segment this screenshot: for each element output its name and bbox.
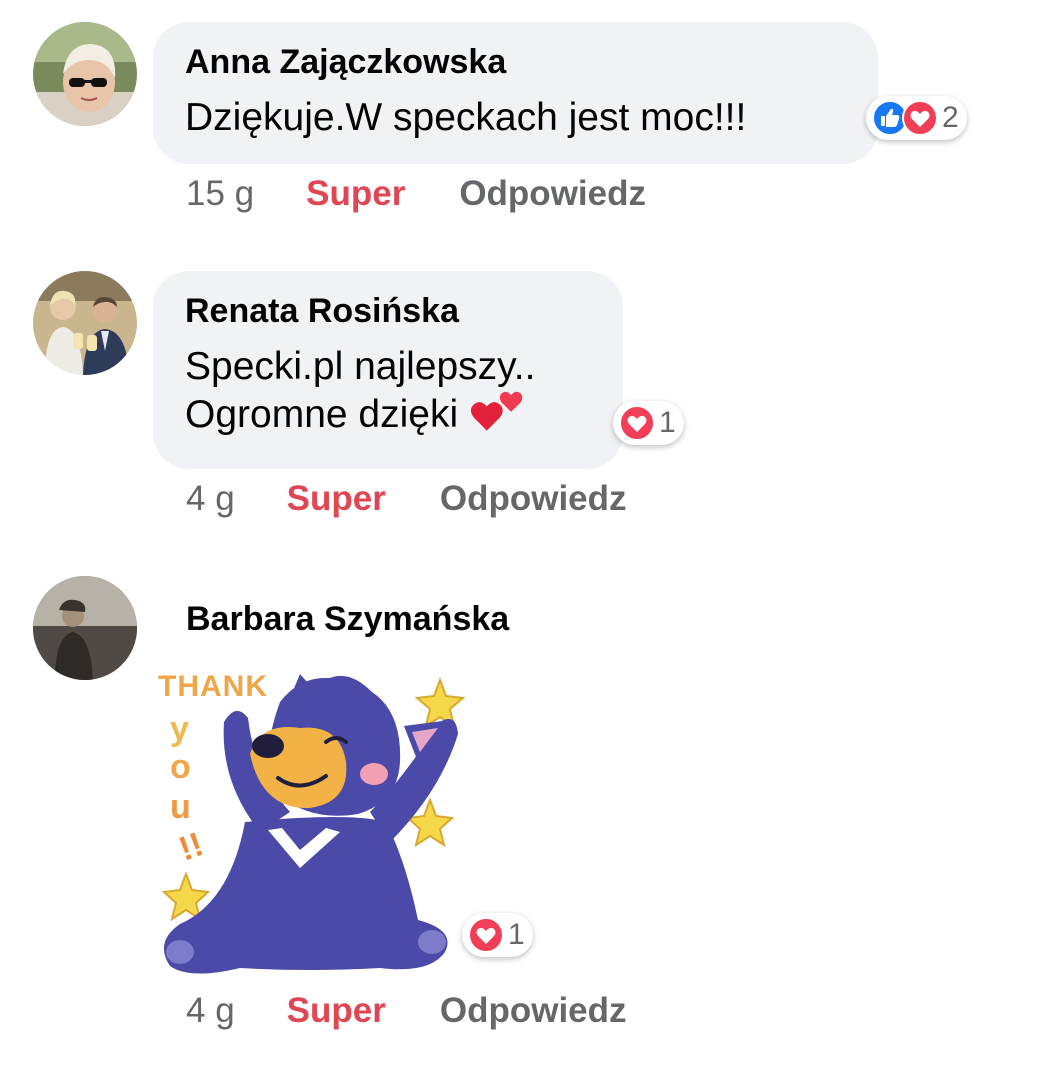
comment-text-line-2-label: Ogromne dzięki [185, 393, 459, 436]
comment-text-line-2: Ogromne dzięki [185, 391, 591, 439]
love-icon [902, 100, 938, 136]
avatar[interactable] [33, 22, 137, 126]
comment-bubble: Renata Rosińska Specki.pl najlepszy.. Og… [153, 271, 623, 469]
sticker-text: THANK [158, 670, 268, 703]
reaction-count: 1 [508, 918, 525, 951]
reaction-summary[interactable]: 2 [866, 96, 967, 140]
comment-time[interactable]: 4 g [186, 991, 235, 1031]
reply-button[interactable]: Odpowiedz [440, 991, 627, 1031]
reaction-summary[interactable]: 1 [462, 913, 533, 957]
comment-actions: 4 g Super Odpowiedz [186, 991, 627, 1031]
super-button[interactable]: Super [287, 991, 386, 1031]
love-icon [468, 917, 504, 953]
comment-text: Dziękuje.W speckach jest moc!!! [185, 96, 747, 139]
comment-actions: 4 g Super Odpowiedz [186, 479, 627, 519]
reaction-count: 2 [942, 101, 959, 134]
love-icon [619, 405, 655, 441]
two-hearts-emoji-icon [471, 391, 523, 431]
comment-author[interactable]: Anna Zajączkowska [185, 40, 846, 84]
svg-text:y: y [170, 710, 189, 748]
comment-time[interactable]: 15 g [186, 174, 254, 214]
comment-text-line-1: Specki.pl najlepszy.. [185, 345, 536, 388]
comment-time[interactable]: 4 g [186, 479, 235, 519]
comment-author[interactable]: Renata Rosińska [185, 289, 591, 333]
svg-text:o: o [170, 748, 191, 786]
thank-you-bear-sticker[interactable]: THANK y o u !! [150, 662, 470, 980]
reaction-count: 1 [659, 406, 676, 439]
super-button[interactable]: Super [306, 174, 405, 214]
comment-author[interactable]: Barbara Szymańska [186, 597, 509, 641]
comment-actions: 15 g Super Odpowiedz [186, 174, 646, 214]
avatar[interactable] [33, 576, 137, 680]
avatar[interactable] [33, 271, 137, 375]
svg-text:!!: !! [174, 825, 208, 868]
svg-text:u: u [170, 788, 191, 826]
comment-bubble: Anna Zajączkowska Dziękuje.W speckach je… [153, 22, 878, 164]
reply-button[interactable]: Odpowiedz [459, 174, 646, 214]
reply-button[interactable]: Odpowiedz [440, 479, 627, 519]
reaction-summary[interactable]: 1 [613, 401, 684, 445]
super-button[interactable]: Super [287, 479, 386, 519]
